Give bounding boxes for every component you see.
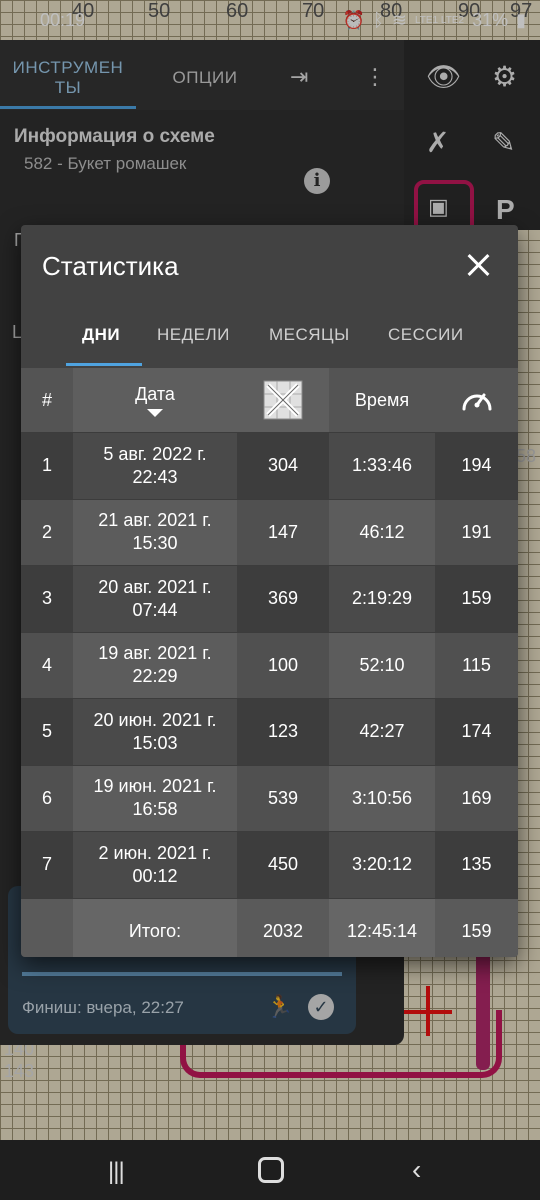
total-row: Итого: 2032 12:45:14 159: [21, 897, 518, 957]
table-row[interactable]: 1 5 авг. 2022 г. 22:43 304 1:33:46 194: [21, 432, 518, 499]
row-crosses: 123: [237, 698, 329, 765]
column-header-speed[interactable]: [435, 368, 518, 433]
total-label: Итого:: [73, 897, 237, 957]
row-speed: 194: [435, 432, 518, 499]
row-number: 2: [21, 498, 73, 566]
row-speed: 135: [435, 831, 518, 898]
date-value: 20 июн. 2021 г.: [93, 709, 217, 730]
date-value: 19 авг. 2021 г.: [98, 643, 212, 664]
date-value: 19 июн. 2021 г.: [93, 776, 217, 797]
speedometer-icon: [462, 393, 491, 411]
table-header: # Дата Время: [21, 368, 518, 433]
table-row[interactable]: 3 20 авг. 2021 г. 07:44 369 2:19:29 159: [21, 565, 518, 632]
row-duration: 42:27: [329, 698, 435, 765]
row-date: 19 авг. 2021 г. 22:29: [73, 631, 237, 699]
column-header-date[interactable]: Дата: [73, 368, 237, 433]
tab-underline: [66, 363, 142, 366]
row-date: 20 июн. 2021 г. 15:03: [73, 698, 237, 765]
table-row[interactable]: 5 20 июн. 2021 г. 15:03 123 42:27 174: [21, 698, 518, 765]
column-header-label: Дата: [135, 383, 175, 404]
column-header-number[interactable]: #: [21, 368, 73, 433]
row-date: 19 июн. 2021 г. 16:58: [73, 764, 237, 832]
cross-stitch-icon: [263, 380, 303, 420]
stats-tabs: ДНИ НЕДЕЛИ МЕСЯЦЫ СЕССИИ: [21, 311, 518, 367]
row-duration: 52:10: [329, 631, 435, 699]
total-spacer: [21, 897, 73, 957]
row-number: 7: [21, 831, 73, 898]
tab-days[interactable]: ДНИ: [82, 325, 120, 345]
time-of-day: 00:12: [132, 865, 178, 886]
row-number: 1: [21, 432, 73, 499]
row-speed: 191: [435, 498, 518, 566]
statistics-dialog: Статистика ДНИ НЕДЕЛИ МЕСЯЦЫ СЕССИИ # Да…: [21, 225, 518, 957]
row-duration: 2:19:29: [329, 565, 435, 632]
column-header-time[interactable]: Время: [329, 368, 435, 433]
tab-weeks[interactable]: НЕДЕЛИ: [157, 325, 230, 345]
total-crosses: 2032: [237, 897, 329, 957]
row-duration: 3:20:12: [329, 831, 435, 898]
sort-descending-icon: [147, 408, 163, 417]
row-number: 4: [21, 631, 73, 699]
row-crosses: 450: [237, 831, 329, 898]
row-date: 2 июн. 2021 г. 00:12: [73, 831, 237, 898]
row-number: 3: [21, 565, 73, 632]
stats-table: # Дата Время 1 5 авг. 2022 г. 22:43 304 …: [21, 368, 518, 957]
time-of-day: 16:58: [132, 799, 178, 820]
row-crosses: 369: [237, 565, 329, 632]
row-crosses: 304: [237, 432, 329, 499]
time-of-day: 15:30: [132, 533, 178, 554]
table-row[interactable]: 4 19 авг. 2021 г. 22:29 100 52:10 115: [21, 631, 518, 699]
tab-sessions[interactable]: СЕССИИ: [388, 325, 464, 345]
table-row[interactable]: 7 2 июн. 2021 г. 00:12 450 3:20:12 135: [21, 831, 518, 898]
row-number: 6: [21, 764, 73, 832]
date-value: 5 авг. 2022 г.: [103, 443, 207, 464]
row-crosses: 100: [237, 631, 329, 699]
row-date: 5 авг. 2022 г. 22:43: [73, 432, 237, 499]
home-icon[interactable]: [258, 1157, 284, 1183]
time-of-day: 22:43: [132, 466, 178, 487]
row-number: 5: [21, 698, 73, 765]
table-row[interactable]: 2 21 авг. 2021 г. 15:30 147 46:12 191: [21, 498, 518, 566]
row-speed: 159: [435, 565, 518, 632]
row-date: 20 авг. 2021 г. 07:44: [73, 565, 237, 632]
time-of-day: 07:44: [132, 599, 178, 620]
recents-icon[interactable]: |||: [108, 1158, 125, 1186]
date-value: 20 авг. 2021 г.: [98, 576, 212, 597]
row-duration: 1:33:46: [329, 432, 435, 499]
row-speed: 174: [435, 698, 518, 765]
row-crosses: 539: [237, 764, 329, 832]
row-date: 21 авг. 2021 г. 15:30: [73, 498, 237, 566]
row-crosses: 147: [237, 498, 329, 566]
close-icon[interactable]: [461, 247, 497, 283]
date-value: 2 июн. 2021 г.: [98, 842, 212, 863]
column-header-crosses[interactable]: [237, 368, 329, 433]
row-duration: 3:10:56: [329, 764, 435, 832]
row-speed: 115: [435, 631, 518, 699]
back-icon[interactable]: ‹: [412, 1154, 421, 1186]
total-speed: 159: [435, 897, 518, 957]
row-duration: 46:12: [329, 498, 435, 566]
total-duration: 12:45:14: [329, 897, 435, 957]
navigation-bar: ||| ‹: [0, 1140, 540, 1200]
tab-months[interactable]: МЕСЯЦЫ: [269, 325, 350, 345]
time-of-day: 15:03: [132, 732, 178, 753]
table-row[interactable]: 6 19 июн. 2021 г. 16:58 539 3:10:56 169: [21, 764, 518, 832]
dialog-title: Статистика: [42, 251, 179, 281]
time-of-day: 22:29: [132, 666, 178, 687]
row-speed: 169: [435, 764, 518, 832]
date-value: 21 авг. 2021 г.: [98, 510, 212, 531]
